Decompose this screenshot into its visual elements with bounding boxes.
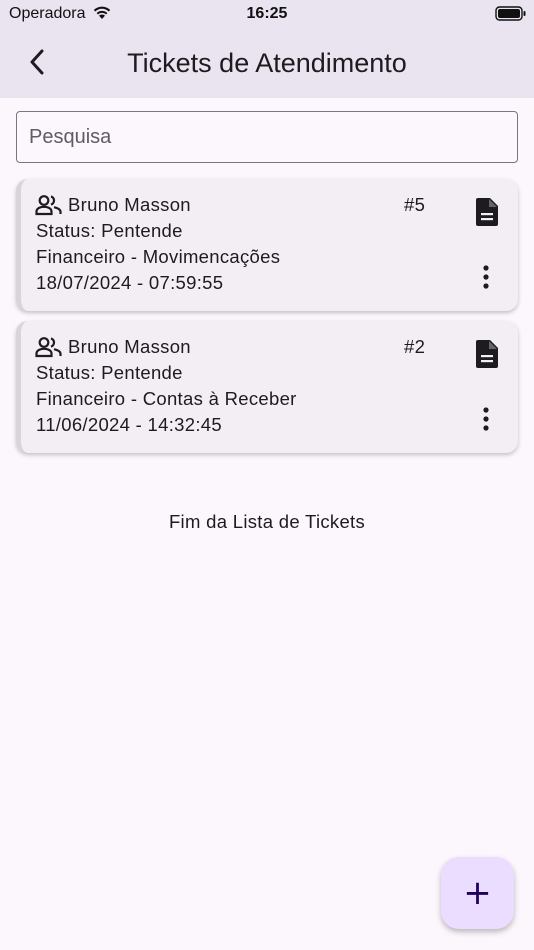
ticket-card[interactable]: Bruno Masson #2 Status: Pentende Finance… [16,321,518,453]
document-icon[interactable] [476,340,498,368]
more-options-icon[interactable] [480,264,492,292]
battery-icon [495,6,527,27]
ticket-card[interactable]: Bruno Masson #5 Status: Pentende Finance… [16,179,518,311]
end-of-list-label: Fim da Lista de Tickets [168,511,366,532]
status-bar: Operadora 16:25 [0,0,534,28]
more-options-icon[interactable] [480,406,492,434]
app-bar: Operadora 16:25 Tickets de Atendimento [0,0,534,98]
ticket-datetime: 18/07/2024 - 07:59:55 [36,272,224,293]
users-icon [35,337,62,358]
ticket-status: Status: Pentende [36,362,183,383]
page-title: Tickets de Atendimento [127,48,407,78]
add-ticket-button[interactable]: + [441,857,514,929]
ticket-category: Financeiro - Movimencações [36,246,281,267]
search-input[interactable] [16,111,518,163]
status-time: 16:25 [246,5,288,22]
ticket-user: Bruno Masson [68,336,191,357]
add-icon: + [463,873,492,913]
ticket-number: #5 [404,194,426,215]
users-icon [35,195,62,216]
document-icon[interactable] [476,198,498,226]
ticket-datetime: 11/06/2024 - 14:32:45 [36,414,222,435]
ticket-status: Status: Pentende [36,220,183,241]
ticket-category: Financeiro - Contas à Receber [36,388,297,409]
ticket-user: Bruno Masson [68,194,191,215]
ticket-number: #2 [404,336,426,357]
